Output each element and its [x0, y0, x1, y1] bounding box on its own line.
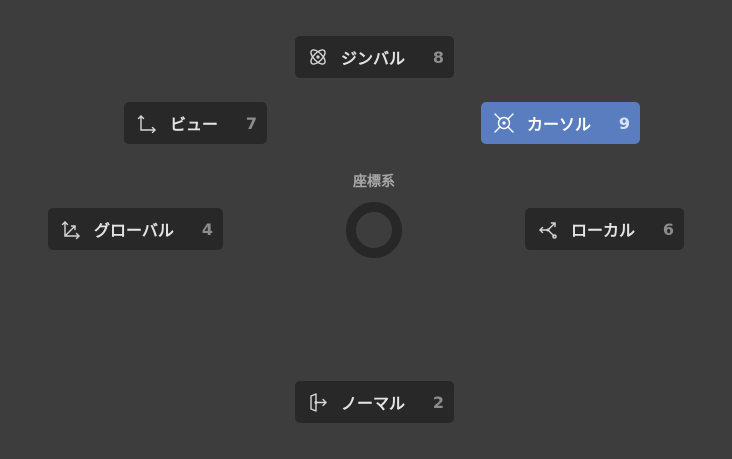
shortcut-key: 8 — [432, 47, 444, 67]
pie-item-local[interactable]: ローカル 6 — [525, 208, 684, 250]
pie-item-label: グローバル — [94, 221, 174, 240]
view-orientation-icon — [136, 112, 158, 134]
pie-item-cursor[interactable]: カーソル 9 — [481, 102, 640, 144]
shortcut-key: 4 — [201, 219, 213, 239]
pie-item-label: ビュー — [170, 115, 219, 134]
pie-menu-title: 座標系 — [353, 174, 395, 190]
pie-item-label: ノーマル — [341, 394, 406, 413]
pie-item-gimbal[interactable]: ジンバル 8 — [295, 36, 454, 78]
normal-icon — [307, 391, 329, 413]
cursor-icon — [493, 112, 515, 134]
shortcut-key: 2 — [432, 392, 444, 412]
shortcut-key: 7 — [245, 113, 257, 133]
global-axes-icon — [60, 218, 82, 240]
pie-item-label: ジンバル — [341, 49, 406, 68]
local-axes-icon — [537, 218, 559, 240]
shortcut-key: 6 — [662, 219, 674, 239]
pie-center-ring — [346, 202, 402, 258]
pie-item-global[interactable]: グローバル 4 — [48, 208, 223, 250]
pie-item-view[interactable]: ビュー 7 — [124, 102, 267, 144]
pie-item-normal[interactable]: ノーマル 2 — [295, 381, 454, 423]
gimbal-icon — [307, 46, 329, 68]
shortcut-key: 9 — [618, 113, 630, 133]
pie-item-label: カーソル — [527, 115, 592, 134]
pie-item-label: ローカル — [571, 221, 636, 240]
